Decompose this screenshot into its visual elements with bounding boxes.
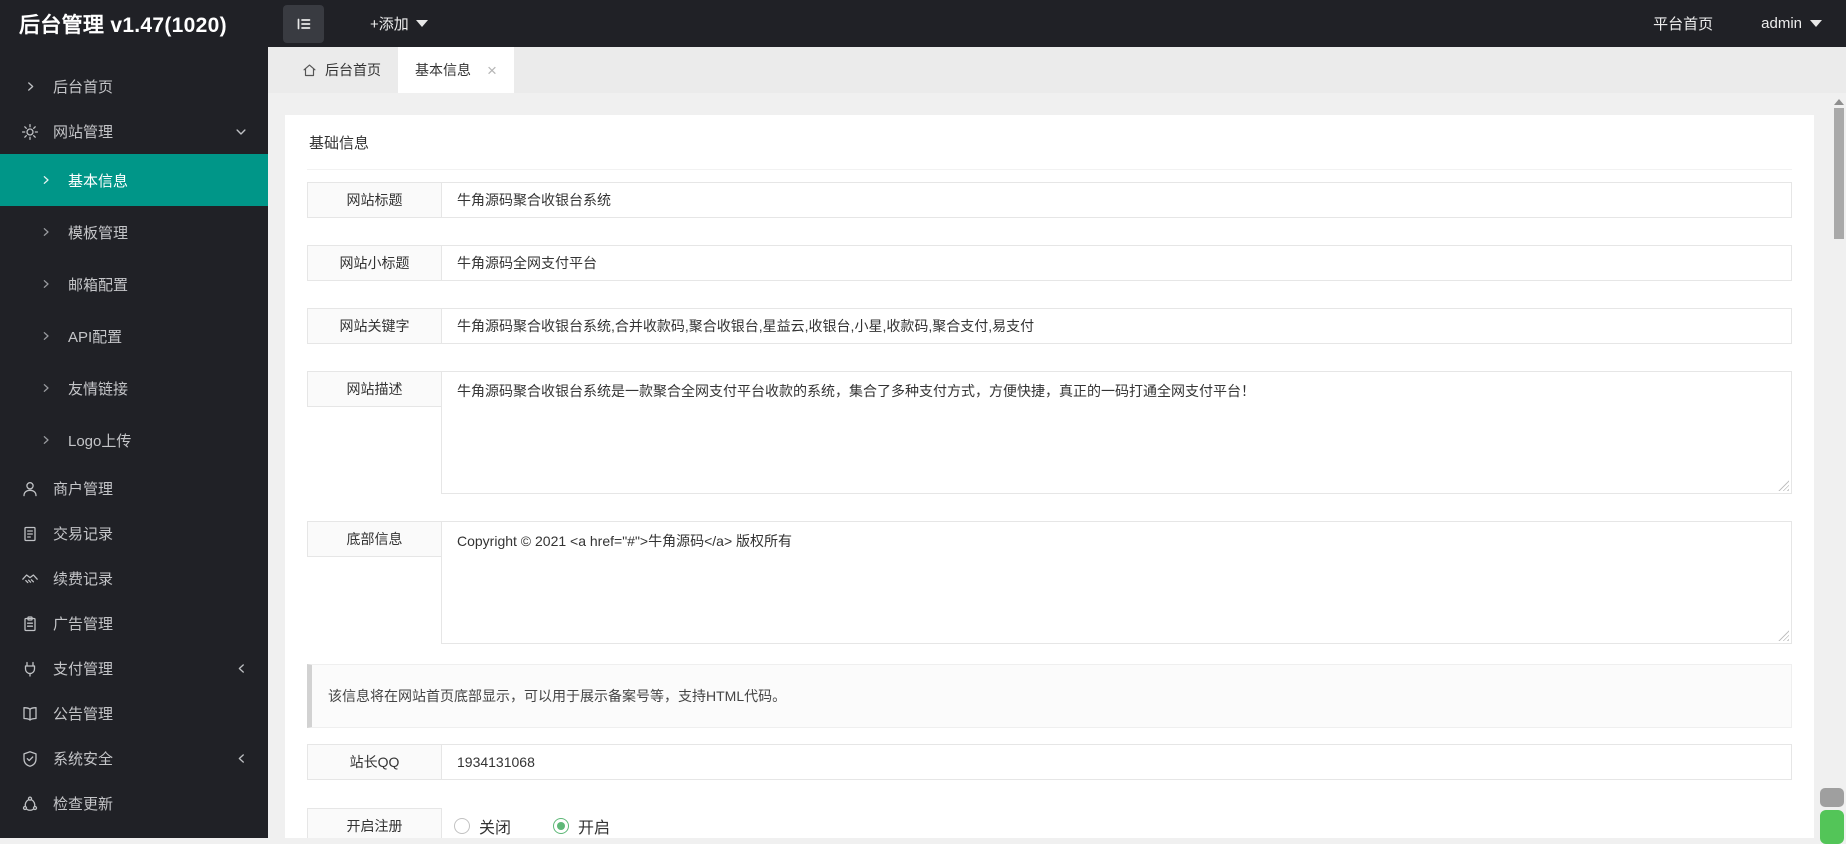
site-keywords-input[interactable] — [441, 308, 1792, 344]
menu-toggle-button[interactable] — [283, 4, 324, 43]
tab-label: 基本信息 — [415, 62, 471, 78]
webmaster-qq-input[interactable] — [441, 744, 1792, 780]
chevron-right-icon — [40, 174, 54, 186]
sidebar-item-merchants[interactable]: 商户管理 — [0, 466, 268, 511]
shield-check-icon — [20, 749, 40, 769]
gear-icon — [20, 122, 40, 142]
sidebar-subitem-friend-links[interactable]: 友情链接 — [0, 362, 268, 414]
main-area: 后台首页 基本信息 × 基础信息 网站标题 网站小标题 网站关键字 网站描述 — [268, 47, 1846, 844]
scroll-up-arrow-icon[interactable] — [1834, 99, 1844, 105]
site-title-input[interactable] — [441, 182, 1792, 218]
content-area: 基础信息 网站标题 网站小标题 网站关键字 网站描述 牛角源码聚合收银台系统是一… — [268, 93, 1846, 838]
add-dropdown-label: +添加 — [370, 16, 409, 33]
sidebar-item-ads[interactable]: 广告管理 — [0, 601, 268, 646]
sidebar-subitem-api-config[interactable]: API配置 — [0, 310, 268, 362]
document-icon — [20, 524, 40, 544]
tab-basic-info[interactable]: 基本信息 × — [398, 47, 514, 93]
sidebar-item-site-management[interactable]: 网站管理 — [0, 109, 268, 154]
scrollbar-thumb[interactable] — [1834, 108, 1844, 239]
chevron-down-icon — [415, 20, 428, 27]
field-label: 站长QQ — [307, 744, 442, 780]
app-title: 后台管理 v1.47(1020) — [19, 13, 227, 37]
close-icon[interactable]: × — [487, 62, 497, 79]
chevron-left-icon — [235, 752, 248, 765]
radio-label: 开启 — [578, 820, 611, 837]
site-subtitle-input[interactable] — [441, 245, 1792, 281]
radio-icon — [454, 818, 470, 834]
sidebar-item-transactions[interactable]: 交易记录 — [0, 511, 268, 556]
panel-title: 基础信息 — [307, 132, 1792, 170]
add-dropdown[interactable]: +添加 — [370, 13, 428, 34]
field-label: 底部信息 — [307, 521, 442, 557]
sidebar-item-check-update[interactable]: 检查更新 — [0, 781, 268, 826]
field-label: 开启注册 — [307, 808, 442, 838]
chevron-left-icon — [235, 662, 248, 675]
sidebar-subitem-basic-info[interactable]: 基本信息 — [0, 154, 268, 206]
chevron-down-icon — [1810, 20, 1822, 27]
textarea-wrap: Copyright © 2021 <a href="#">牛角源码</a> 版权… — [441, 521, 1792, 644]
radio-icon — [553, 818, 570, 834]
sidebar-item-security[interactable]: 系统安全 — [0, 736, 268, 781]
basic-info-panel: 基础信息 网站标题 网站小标题 网站关键字 网站描述 牛角源码聚合收银台系统是一… — [285, 115, 1814, 838]
platform-home-link[interactable]: 平台首页 — [1653, 13, 1713, 34]
topbar-right: 平台首页 admin — [1653, 13, 1846, 34]
plug-icon — [20, 659, 40, 679]
tab-label: 后台首页 — [325, 62, 381, 78]
user-menu[interactable]: admin — [1761, 15, 1822, 32]
tab-home[interactable]: 后台首页 — [285, 47, 398, 93]
form-row-footer-info: 底部信息 Copyright © 2021 <a href="#">牛角源码</… — [307, 521, 1792, 644]
handshake-icon — [20, 569, 40, 589]
clipboard-icon — [20, 614, 40, 634]
form-row-site-subtitle: 网站小标题 — [307, 245, 1792, 281]
tab-bar: 后台首页 基本信息 × — [268, 47, 1846, 93]
user-icon — [20, 479, 40, 499]
book-icon — [20, 704, 40, 724]
sidebar-subitem-email-config[interactable]: 邮箱配置 — [0, 258, 268, 310]
form-row-register-toggle: 开启注册 关闭 开启 — [307, 808, 1792, 838]
fixbar-action-button[interactable] — [1820, 810, 1844, 844]
sidebar-item-renewals[interactable]: 续费记录 — [0, 556, 268, 601]
username: admin — [1761, 15, 1802, 32]
chevron-down-icon — [234, 125, 248, 139]
topbar: 后台管理 v1.47(1020) +添加 平台首页 admin — [0, 0, 1846, 47]
register-radio-open[interactable]: 开启 — [553, 814, 610, 838]
register-radio-group: 关闭 开启 — [442, 808, 652, 838]
form-row-site-keywords: 网站关键字 — [307, 308, 1792, 344]
sidebar-item-dashboard[interactable]: 后台首页 — [0, 64, 268, 109]
update-icon — [20, 794, 40, 814]
footer-info-textarea[interactable]: Copyright © 2021 <a href="#">牛角源码</a> 版权… — [441, 521, 1792, 644]
footer-info-note: 该信息将在网站首页底部显示，可以用于展示备案号等，支持HTML代码。 — [307, 664, 1792, 728]
chevron-right-icon — [20, 77, 40, 97]
sidebar-subitem-logo-upload[interactable]: Logo上传 — [0, 414, 268, 466]
form-row-webmaster-qq: 站长QQ — [307, 744, 1792, 780]
home-icon — [303, 63, 316, 76]
chevron-right-icon — [40, 278, 54, 290]
sidebar-item-payments[interactable]: 支付管理 — [0, 646, 268, 691]
register-radio-close[interactable]: 关闭 — [454, 814, 511, 838]
chevron-right-icon — [40, 226, 54, 238]
field-label: 网站标题 — [307, 182, 442, 218]
chevron-right-icon — [40, 434, 54, 446]
sidebar-item-announcements[interactable]: 公告管理 — [0, 691, 268, 736]
sidebar-subitem-template[interactable]: 模板管理 — [0, 206, 268, 258]
chevron-right-icon — [40, 330, 54, 342]
form-row-site-description: 网站描述 牛角源码聚合收银台系统是一款聚合全网支付平台收款的系统，集合了多种支付… — [307, 371, 1792, 494]
field-label: 网站描述 — [307, 371, 442, 407]
radio-label: 关闭 — [479, 820, 512, 837]
field-label: 网站小标题 — [307, 245, 442, 281]
scrollbar[interactable] — [1832, 93, 1846, 838]
field-label: 网站关键字 — [307, 308, 442, 344]
textarea-wrap: 牛角源码聚合收银台系统是一款聚合全网支付平台收款的系统，集合了多种支付方式，方便… — [441, 371, 1792, 494]
fixbar — [1820, 788, 1844, 844]
fixbar-top-button[interactable] — [1820, 788, 1844, 807]
form-row-site-title: 网站标题 — [307, 182, 1792, 218]
menu-toggle-icon — [297, 18, 310, 29]
sidebar: 后台首页 网站管理 基本信息 模板管理 邮箱配置 API配置 友情链接 Logo… — [0, 47, 268, 838]
site-description-textarea[interactable]: 牛角源码聚合收银台系统是一款聚合全网支付平台收款的系统，集合了多种支付方式，方便… — [441, 371, 1792, 494]
chevron-right-icon — [40, 382, 54, 394]
